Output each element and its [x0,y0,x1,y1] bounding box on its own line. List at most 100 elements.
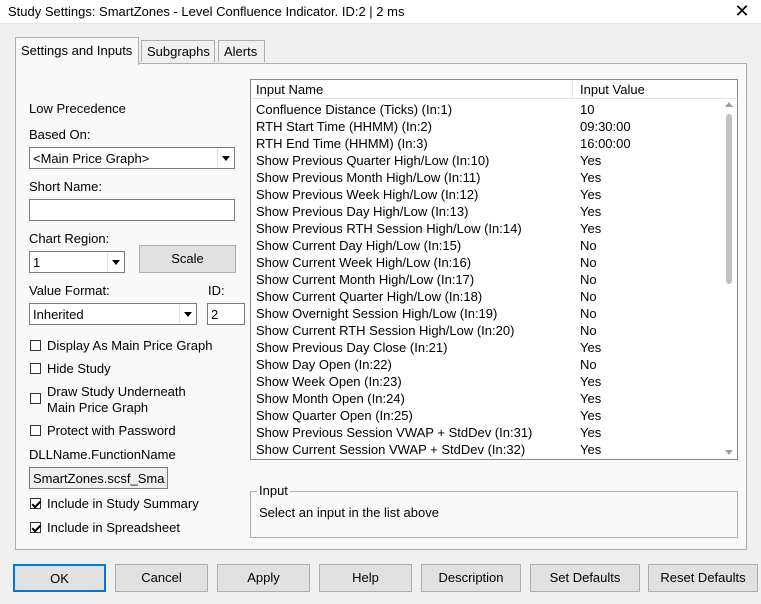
short-name-input[interactable] [29,199,235,221]
based-on-select[interactable]: <Main Price Graph> [29,147,235,169]
table-row[interactable]: Show Current Day High/Low (In:15) No [251,237,721,254]
value-format-label: Value Format: [29,283,110,298]
scale-button[interactable]: Scale [139,245,236,273]
close-icon[interactable]: ✕ [731,0,753,22]
scroll-down-icon[interactable] [725,450,733,455]
input-value-cell[interactable]: Yes [580,340,601,355]
display-as-main-label: Display As Main Price Graph [47,338,213,353]
input-name-cell: RTH End Time (HHMM) (In:3) [256,136,428,151]
cancel-button[interactable]: Cancel [115,564,208,592]
inputs-list-scrollbar[interactable] [721,100,737,459]
tab-settings-and-inputs[interactable]: Settings and Inputs [15,37,139,65]
input-value-cell[interactable]: No [580,238,597,253]
table-row[interactable]: Show Current Month High/Low (In:17) No [251,271,721,288]
table-row[interactable]: Show Previous Week High/Low (In:12) Yes [251,186,721,203]
column-header-input-name[interactable]: Input Name [256,82,323,97]
chevron-down-icon[interactable] [107,252,124,272]
table-row[interactable]: Show Current Session VWAP + StdDev (In:3… [251,441,721,458]
draw-underneath-checkbox[interactable] [30,393,41,404]
table-row[interactable]: Show Previous Day High/Low (In:13) Yes [251,203,721,220]
id-input[interactable]: 2 [207,303,245,325]
input-group-box: Input Select an input in the list above [250,483,738,538]
inputs-list[interactable]: Input Name Input Value Confluence Distan… [250,79,738,460]
value-format-select[interactable]: Inherited [29,303,197,325]
tab-alerts[interactable]: Alerts [218,40,265,62]
hide-study-label: Hide Study [47,361,111,376]
apply-button[interactable]: Apply [217,564,310,592]
input-value-cell[interactable]: 09:30:00 [580,119,631,134]
table-row[interactable]: Show Previous Day Close (In:21) Yes [251,339,721,356]
input-description-text: Select an input in the list above [259,505,439,520]
table-row[interactable]: Show Previous Quarter High/Low (In:10) Ye… [251,152,721,169]
table-row[interactable]: RTH End Time (HHMM) (In:3) 16:00:00 [251,135,721,152]
chart-region-select[interactable]: 1 [29,251,125,273]
input-value-cell[interactable]: No [580,255,597,270]
input-value-cell[interactable]: No [580,357,597,372]
title-bar: Study Settings: SmartZones - Level Confl… [0,0,761,24]
protect-password-checkbox[interactable] [30,425,41,436]
display-as-main-checkbox[interactable] [30,340,41,351]
scroll-up-icon[interactable] [725,102,733,107]
protect-password-label: Protect with Password [47,423,176,438]
input-group-legend: Input [257,483,290,498]
description-button[interactable]: Description [421,564,521,592]
input-value-cell[interactable]: Yes [580,425,601,440]
table-row[interactable]: RTH Start Time (HHMM) (In:2) 09:30:00 [251,118,721,135]
inputs-list-header: Input Name Input Value [251,80,737,99]
table-row[interactable]: Show Quarter Open (In:25) Yes [251,407,721,424]
include-summary-checkbox[interactable] [30,498,41,509]
short-name-label: Short Name: [29,179,102,194]
dll-name-label: DLLName.FunctionName [29,447,176,462]
table-row[interactable]: Show Day Open (In:22) No [251,356,721,373]
input-value-cell[interactable]: 16:00:00 [580,136,631,151]
input-name-cell: Show Previous Month High/Low (In:11) [256,170,481,185]
table-row[interactable]: Show Overnight Session High/Low (In:19) N… [251,305,721,322]
input-value-cell[interactable]: Yes [580,153,601,168]
based-on-value: <Main Price Graph> [33,151,150,166]
column-header-input-value[interactable]: Input Value [580,82,645,97]
input-name-cell: Show Previous Quarter High/Low (In:10) [256,153,490,168]
scroll-thumb[interactable] [726,114,732,284]
input-value-cell[interactable]: No [580,272,597,287]
input-value-cell[interactable]: Yes [580,442,601,457]
set-defaults-button[interactable]: Set Defaults [530,564,640,592]
input-name-cell: Show Week Open (In:23) [256,374,402,389]
table-row[interactable]: Show Previous Session VWAP + StdDev (In:… [251,424,721,441]
table-row[interactable]: Confluence Distance (Ticks) (In:1) 10 [251,101,721,118]
input-name-cell: Show Previous Session VWAP + StdDev (In:… [256,425,533,440]
input-value-cell[interactable]: Yes [580,391,601,406]
hide-study-checkbox[interactable] [30,363,41,374]
include-spreadsheet-checkbox[interactable] [30,522,41,533]
table-row[interactable]: Show Current Quarter High/Low (In:18) No [251,288,721,305]
input-value-cell[interactable]: Yes [580,374,601,389]
chevron-down-icon[interactable] [217,148,234,168]
input-name-cell: Show Month Open (In:24) [256,391,405,406]
chevron-down-icon[interactable] [179,304,196,324]
column-divider[interactable] [572,80,573,99]
input-value-cell[interactable]: No [580,306,597,321]
table-row[interactable]: Show Previous Month High/Low (In:11) Yes [251,169,721,186]
reset-defaults-button[interactable]: Reset Defaults [648,564,758,592]
input-name-cell: Show Previous RTH Session High/Low (In:1… [256,221,522,236]
table-row[interactable]: Show Current Week High/Low (In:16) No [251,254,721,271]
table-row[interactable]: Show Month Open (In:24) Yes [251,390,721,407]
ok-button[interactable]: OK [13,564,106,592]
include-summary-label: Include in Study Summary [47,496,199,511]
input-name-cell: RTH Start Time (HHMM) (In:2) [256,119,432,134]
input-value-cell[interactable]: 10 [580,102,594,117]
table-row[interactable]: Show Previous RTH Session High/Low (In:1… [251,220,721,237]
input-value-cell[interactable]: Yes [580,187,601,202]
table-row[interactable]: Show Current RTH Session High/Low (In:20… [251,322,721,339]
input-value-cell[interactable]: Yes [580,408,601,423]
input-value-cell[interactable]: Yes [580,204,601,219]
input-value-cell[interactable]: No [580,323,597,338]
input-value-cell[interactable]: Yes [580,221,601,236]
tab-subgraphs[interactable]: Subgraphs [141,40,215,62]
help-button[interactable]: Help [319,564,412,592]
input-value-cell[interactable]: Yes [580,170,601,185]
chart-region-value: 1 [33,255,41,270]
input-name-cell: Show Current Month High/Low (In:17) [256,272,475,287]
table-row[interactable]: Show Week Open (In:23) Yes [251,373,721,390]
input-value-cell[interactable]: No [580,289,597,304]
dll-name-field[interactable]: SmartZones.scsf_Sma [29,467,168,489]
